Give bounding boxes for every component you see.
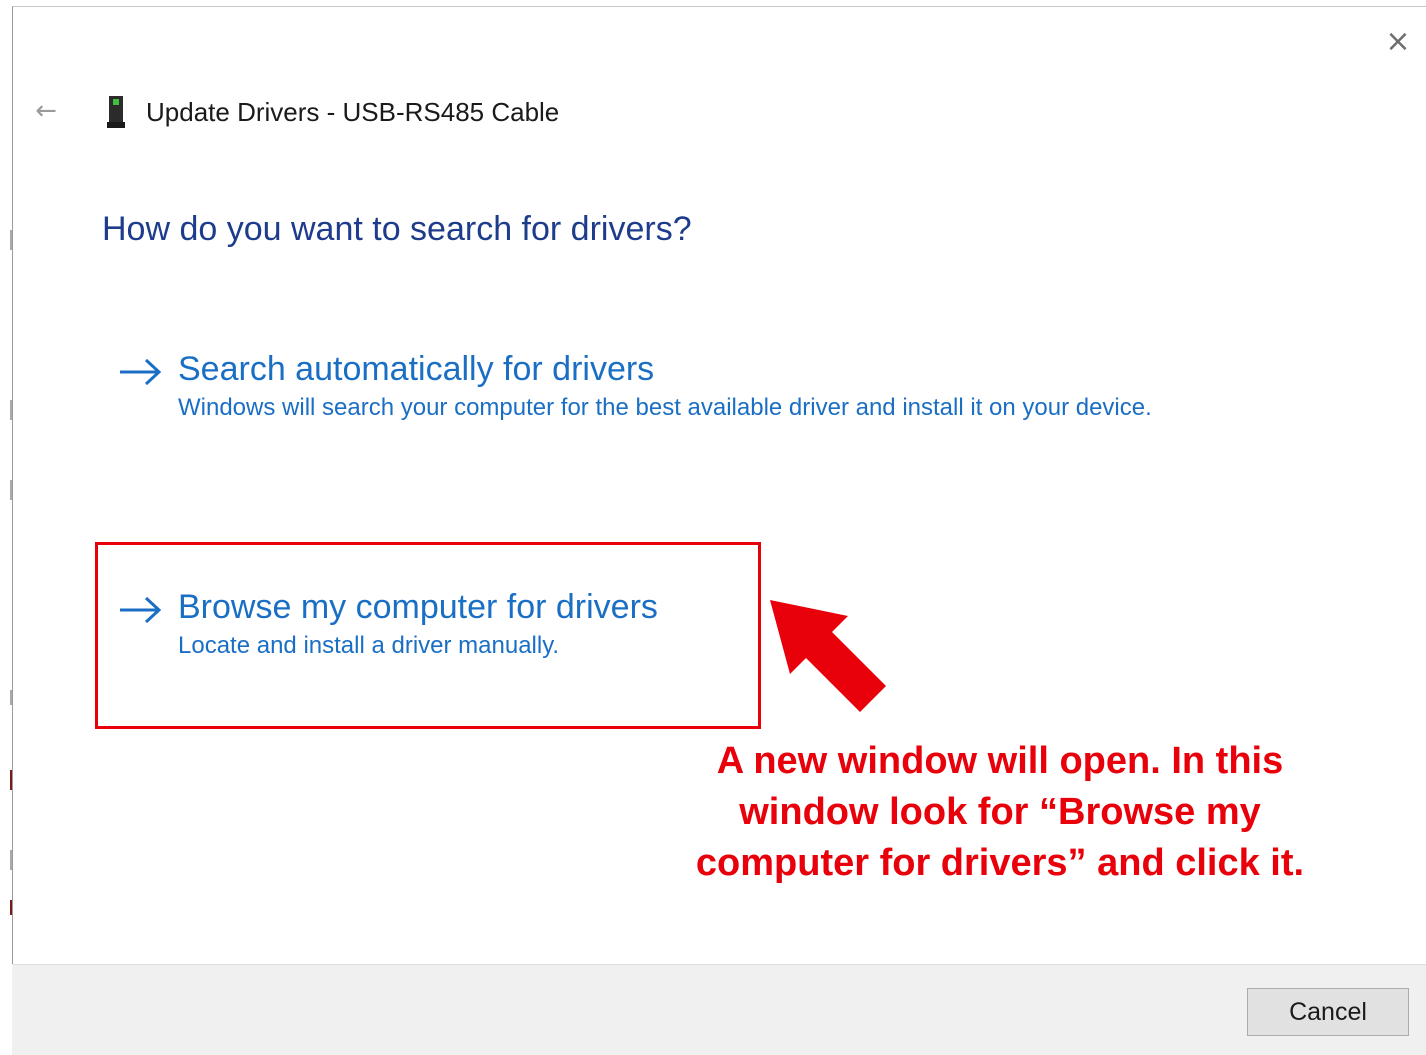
window-title: Update Drivers - USB-RS485 Cable [146, 97, 560, 127]
pointer-arrow-icon [770, 600, 886, 712]
page-heading: How do you want to search for drivers? [102, 210, 692, 248]
cancel-button[interactable]: Cancel [1247, 988, 1409, 1036]
search-automatically-option[interactable]: Search automatically for drivers Windows… [118, 350, 1168, 470]
annotation-caption: A new window will open. In this window l… [695, 740, 1305, 884]
close-icon[interactable]: × [1378, 22, 1418, 62]
update-drivers-dialog [12, 6, 1426, 1055]
option-title: Search automatically for drivers [178, 350, 655, 388]
dialog-footer [12, 964, 1426, 1055]
back-arrow-icon[interactable]: ← [26, 94, 66, 128]
window-edge-shadow [10, 230, 12, 915]
arrow-right-icon [120, 358, 162, 386]
option-description: Windows will search your computer for th… [178, 394, 1152, 421]
usb-device-icon [107, 96, 125, 128]
highlight-box [95, 542, 761, 729]
